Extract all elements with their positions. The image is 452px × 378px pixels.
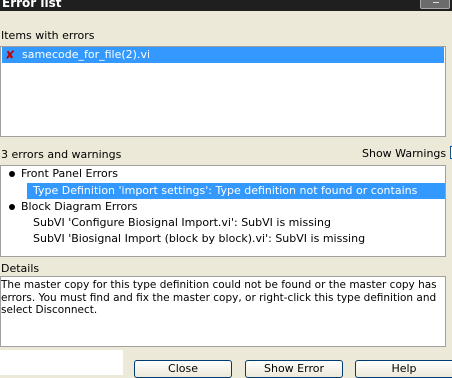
items-with-errors-label: Items with errors [1, 29, 95, 42]
help-button[interactable]: Help [355, 360, 452, 378]
window-close-button[interactable] [420, 0, 450, 9]
error-entry[interactable]: SubVI 'Biosignal Import (block by block)… [33, 231, 365, 247]
title-bar: Error list [0, 0, 452, 11]
error-entry[interactable]: SubVI 'Configure Biosignal Import.vi': S… [33, 215, 331, 231]
details-text: The master copy for this type definition… [1, 279, 437, 316]
close-button[interactable]: Close [134, 360, 232, 378]
error-x-icon: ✘ [5, 48, 16, 62]
window-title: Error list [2, 0, 62, 10]
list-item[interactable]: ✘ samecode_for_file(2).vi [2, 47, 444, 63]
error-group-block-diagram[interactable]: Block Diagram Errors [1, 199, 441, 215]
details-label: Details [1, 262, 40, 275]
group-title: Block Diagram Errors [21, 200, 138, 213]
errors-summary-label: 3 errors and warnings [1, 148, 122, 161]
bullet-icon [9, 171, 15, 177]
errors-list[interactable]: Front Panel Errors Type Definition 'impo… [0, 165, 446, 257]
group-title: Front Panel Errors [21, 167, 119, 180]
show-warnings-label: Show Warnings [362, 147, 447, 160]
details-box: The master copy for this type definition… [0, 276, 446, 347]
item-name: samecode_for_file(2).vi [22, 48, 151, 61]
show-error-button[interactable]: Show Error [245, 360, 343, 378]
bullet-icon [9, 204, 15, 210]
error-entry-selected[interactable]: Type Definition 'import settings': Type … [27, 183, 445, 213]
show-warnings-toggle[interactable]: Show Warnings [362, 146, 452, 160]
error-group-front-panel[interactable]: Front Panel Errors [1, 166, 441, 182]
items-with-errors-list[interactable]: ✘ samecode_for_file(2).vi [0, 46, 446, 137]
